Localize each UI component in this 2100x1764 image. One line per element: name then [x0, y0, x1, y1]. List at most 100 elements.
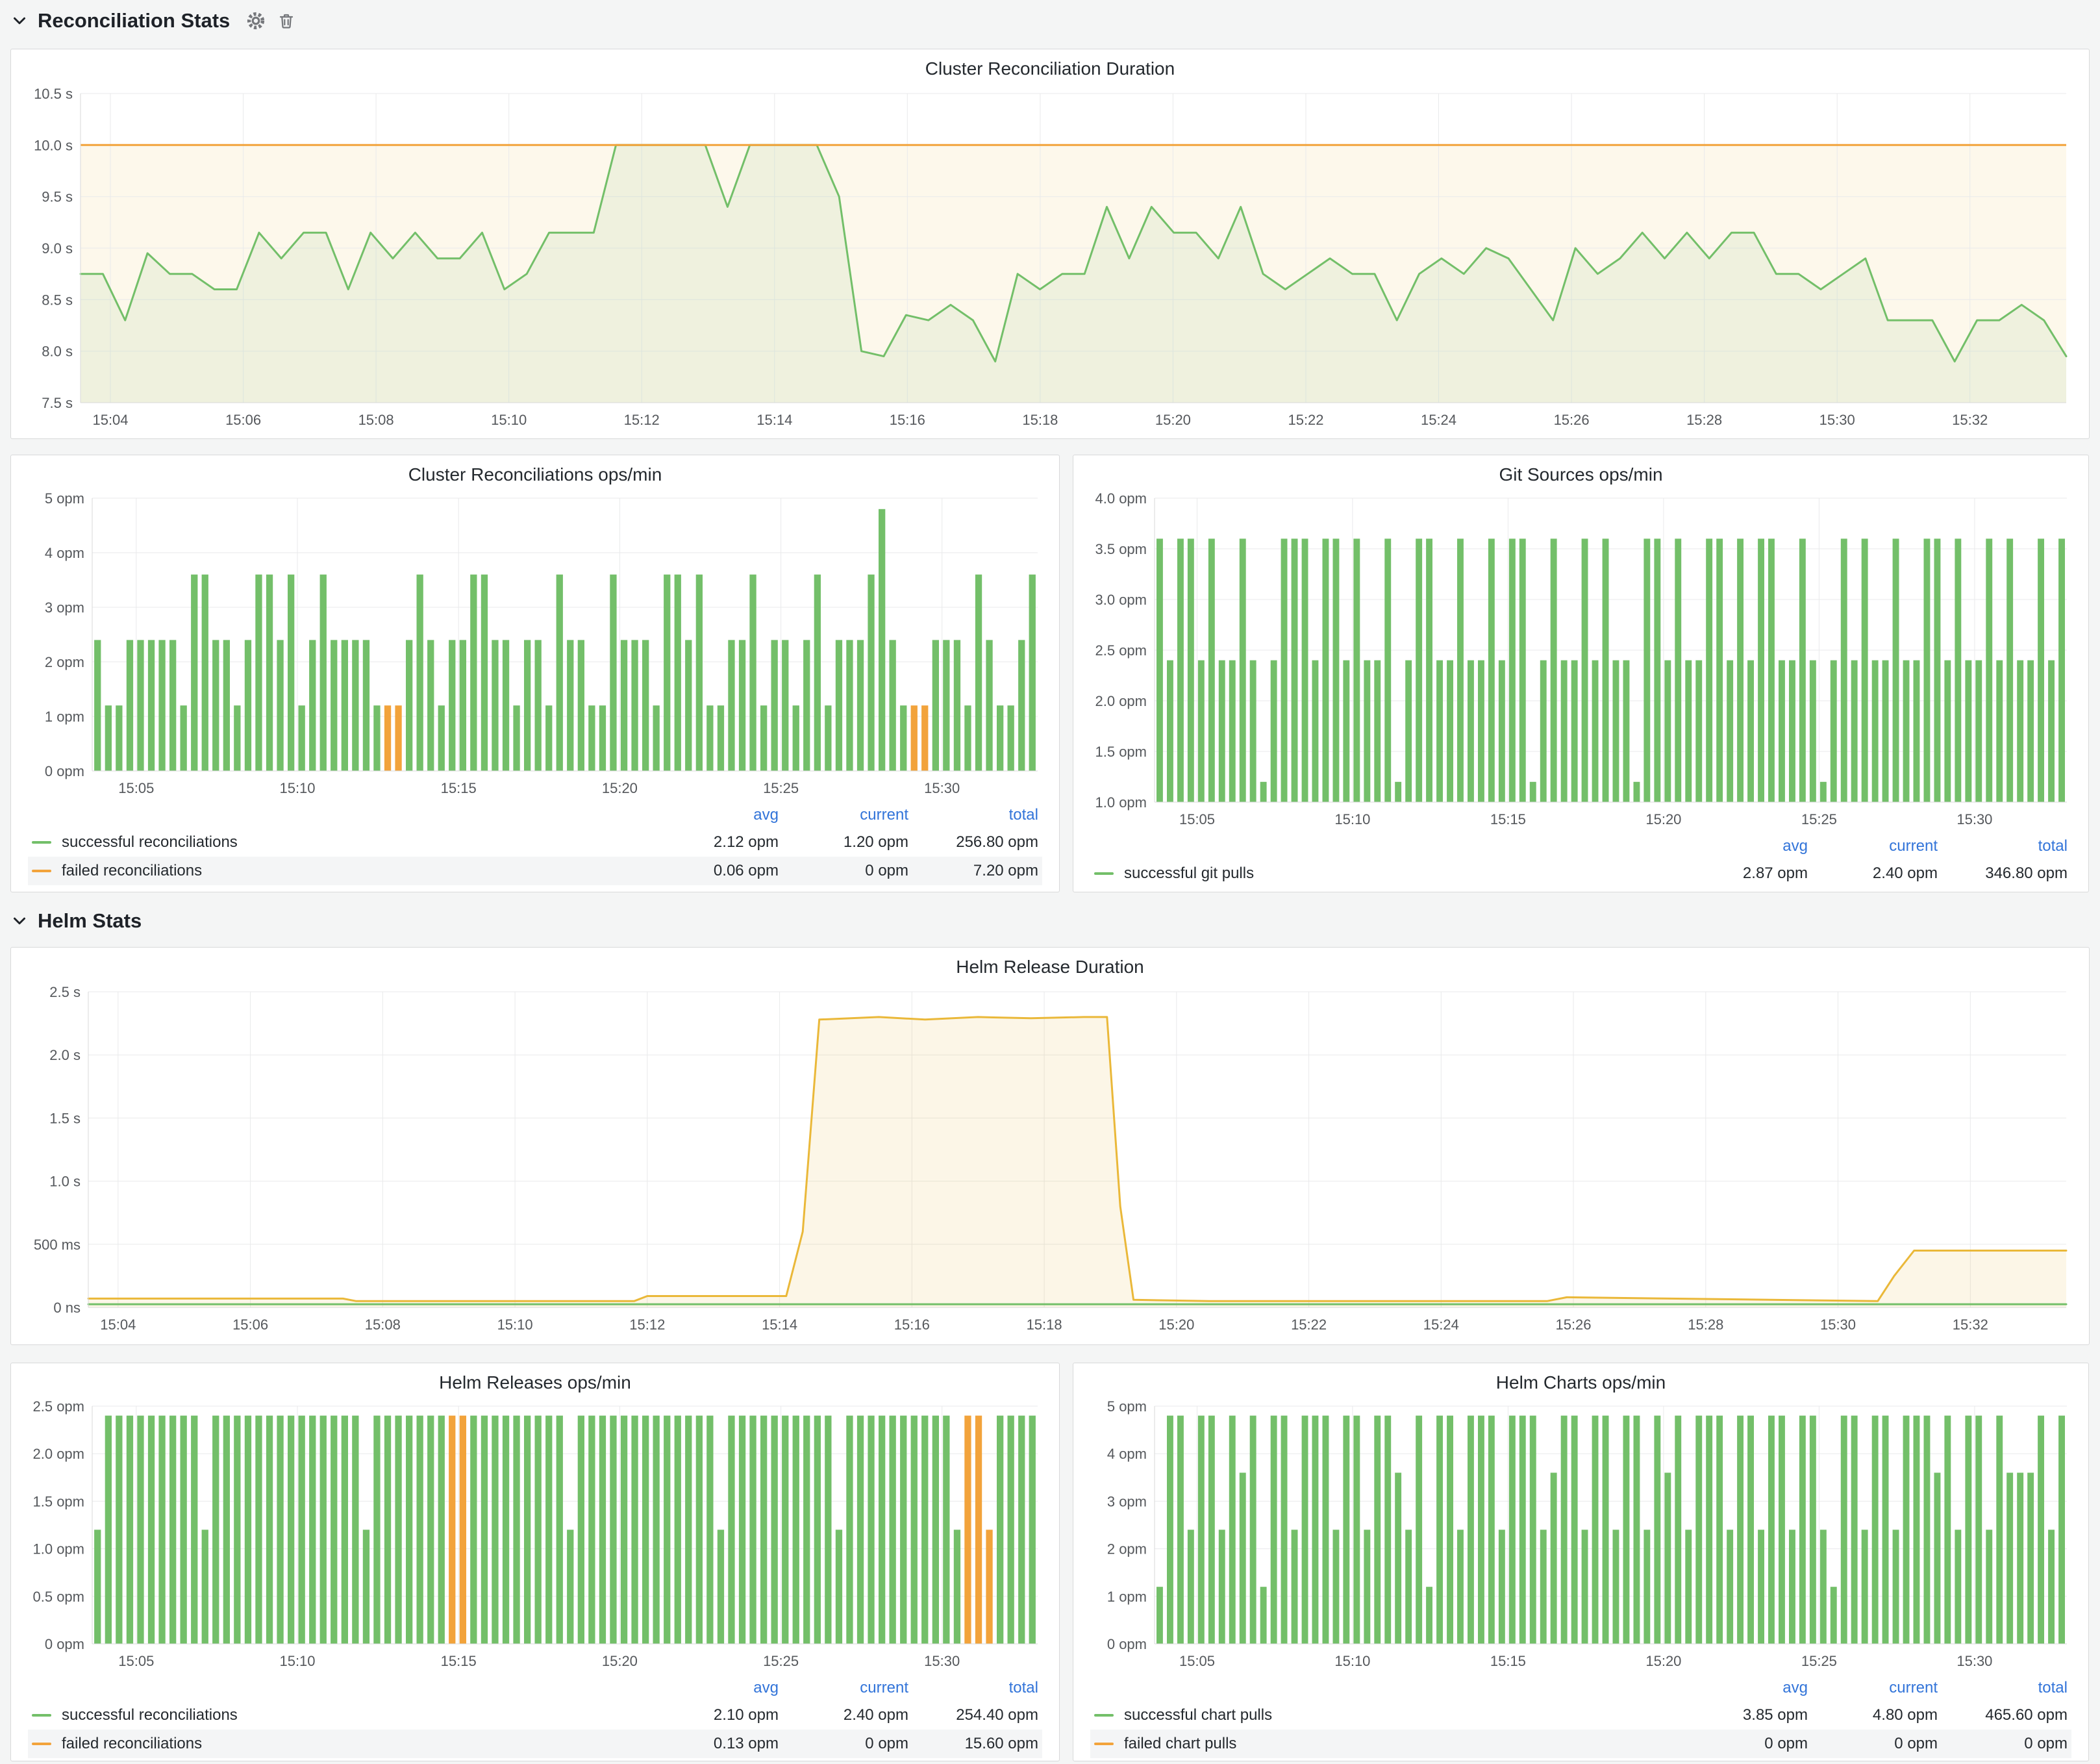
bar-successful-reconciliations[interactable]	[427, 640, 434, 771]
panel-title[interactable]: Cluster Reconciliations ops/min	[11, 455, 1059, 489]
bar-successful-chart-pulls[interactable]	[1551, 1472, 1557, 1644]
bar-successful-git-pulls[interactable]	[1965, 660, 1971, 801]
bar-successful-git-pulls[interactable]	[1177, 538, 1184, 802]
bar-successful-chart-pulls[interactable]	[1582, 1530, 1588, 1644]
bar-successful-reconciliations[interactable]	[255, 1415, 262, 1643]
bar-successful-chart-pulls[interactable]	[1623, 1415, 1630, 1643]
bar-successful-git-pulls[interactable]	[1561, 660, 1568, 801]
bar-successful-reconciliations[interactable]	[675, 1415, 681, 1643]
bar-successful-reconciliations[interactable]	[223, 640, 230, 771]
bar-successful-git-pulls[interactable]	[1416, 538, 1422, 802]
bar-successful-reconciliations[interactable]	[685, 1415, 692, 1643]
bar-successful-reconciliations[interactable]	[202, 574, 208, 770]
bar-successful-git-pulls[interactable]	[1405, 660, 1412, 801]
bar-successful-reconciliations[interactable]	[997, 705, 1003, 771]
bar-successful-chart-pulls[interactable]	[1747, 1415, 1754, 1643]
helm-release-duration-chart[interactable]: 0 ns500 ms1.0 s1.5 s2.0 s2.5 s15:0415:06…	[16, 981, 2084, 1339]
cluster-reconciliations-opm-chart[interactable]: 0 opm1 opm2 opm3 opm4 opm5 opm15:0515:10…	[16, 489, 1055, 801]
bar-successful-git-pulls[interactable]	[1654, 538, 1660, 802]
bar-successful-reconciliations[interactable]	[342, 640, 348, 771]
chevron-down-icon[interactable]	[12, 913, 27, 929]
bar-successful-reconciliations[interactable]	[1008, 705, 1014, 771]
bar-successful-reconciliations[interactable]	[814, 574, 821, 770]
bar-successful-chart-pulls[interactable]	[1872, 1415, 1879, 1643]
bar-successful-reconciliations[interactable]	[148, 1415, 155, 1643]
bar-successful-reconciliations[interactable]	[868, 574, 874, 770]
bar-successful-git-pulls[interactable]	[1188, 538, 1194, 802]
bar-successful-reconciliations[interactable]	[320, 1415, 327, 1643]
bar-successful-git-pulls[interactable]	[1831, 660, 1837, 801]
bar-successful-chart-pulls[interactable]	[1758, 1530, 1764, 1644]
bar-successful-reconciliations[interactable]	[739, 640, 745, 771]
bar-successful-reconciliations[interactable]	[803, 640, 810, 771]
bar-successful-chart-pulls[interactable]	[1664, 1472, 1671, 1644]
bar-successful-reconciliations[interactable]	[599, 1415, 606, 1643]
legend-column-avg[interactable]: avg	[1678, 837, 1808, 855]
bar-successful-reconciliations[interactable]	[524, 1415, 531, 1643]
panel-title[interactable]: Cluster Reconciliation Duration	[11, 49, 2089, 83]
bar-successful-reconciliations[interactable]	[890, 1415, 896, 1643]
bar-successful-reconciliations[interactable]	[94, 640, 101, 771]
bar-successful-git-pulls[interactable]	[1903, 660, 1910, 801]
bar-successful-chart-pulls[interactable]	[1561, 1415, 1568, 1643]
bar-successful-reconciliations[interactable]	[578, 640, 584, 771]
bar-successful-git-pulls[interactable]	[1685, 660, 1692, 801]
bar-successful-git-pulls[interactable]	[2048, 660, 2055, 801]
bar-successful-chart-pulls[interactable]	[1343, 1415, 1349, 1643]
bar-successful-chart-pulls[interactable]	[1468, 1415, 1474, 1643]
bar-successful-chart-pulls[interactable]	[1727, 1530, 1733, 1644]
bar-successful-reconciliations[interactable]	[567, 1530, 573, 1644]
bar-successful-chart-pulls[interactable]	[1644, 1530, 1650, 1644]
bar-successful-reconciliations[interactable]	[94, 1530, 101, 1644]
bar-successful-reconciliations[interactable]	[599, 705, 606, 771]
legend-column-current[interactable]: current	[1808, 1679, 1938, 1697]
bar-successful-chart-pulls[interactable]	[1810, 1415, 1816, 1643]
bar-successful-reconciliations[interactable]	[760, 1415, 767, 1643]
bar-successful-reconciliations[interactable]	[352, 640, 358, 771]
bar-successful-chart-pulls[interactable]	[1996, 1415, 2003, 1643]
bar-successful-reconciliations[interactable]	[621, 640, 627, 771]
bar-successful-reconciliations[interactable]	[771, 1415, 778, 1643]
bar-successful-reconciliations[interactable]	[879, 509, 885, 770]
legend-column-avg[interactable]: avg	[649, 806, 779, 824]
bar-successful-reconciliations[interactable]	[567, 640, 573, 771]
bar-successful-git-pulls[interactable]	[1851, 660, 1858, 801]
bar-successful-reconciliations[interactable]	[921, 1415, 928, 1643]
bar-successful-git-pulls[interactable]	[1634, 781, 1640, 801]
bar-successful-git-pulls[interactable]	[1519, 538, 1526, 802]
bar-successful-reconciliations[interactable]	[105, 705, 112, 771]
bar-successful-git-pulls[interactable]	[1281, 538, 1288, 802]
bar-successful-reconciliations[interactable]	[266, 574, 273, 770]
bar-successful-chart-pulls[interactable]	[1530, 1415, 1536, 1643]
bar-successful-git-pulls[interactable]	[1488, 538, 1495, 802]
bar-successful-chart-pulls[interactable]	[1944, 1415, 1951, 1643]
bar-successful-reconciliations[interactable]	[696, 1415, 703, 1643]
bar-successful-git-pulls[interactable]	[1571, 660, 1578, 801]
bar-successful-git-pulls[interactable]	[1893, 538, 1899, 802]
bar-successful-git-pulls[interactable]	[1924, 538, 1931, 802]
bar-successful-reconciliations[interactable]	[470, 1415, 477, 1643]
bar-successful-git-pulls[interactable]	[1996, 660, 2003, 801]
bar-successful-reconciliations[interactable]	[234, 1415, 240, 1643]
panel-title[interactable]: Helm Release Duration	[11, 948, 2089, 981]
bar-successful-reconciliations[interactable]	[1018, 1415, 1025, 1643]
bar-successful-reconciliations[interactable]	[868, 1415, 874, 1643]
bar-successful-chart-pulls[interactable]	[1634, 1415, 1640, 1643]
bar-successful-chart-pulls[interactable]	[1965, 1415, 1971, 1643]
legend-column-current[interactable]: current	[779, 1679, 908, 1697]
bar-successful-git-pulls[interactable]	[1706, 538, 1712, 802]
gear-icon[interactable]	[245, 10, 266, 31]
bar-successful-chart-pulls[interactable]	[1955, 1530, 1961, 1644]
bar-successful-chart-pulls[interactable]	[1820, 1530, 1827, 1644]
bar-successful-chart-pulls[interactable]	[1592, 1415, 1599, 1643]
bar-failed-reconciliations[interactable]	[975, 1415, 982, 1643]
bar-successful-git-pulls[interactable]	[1374, 660, 1381, 801]
bar-successful-git-pulls[interactable]	[1914, 660, 1920, 801]
bar-successful-chart-pulls[interactable]	[1737, 1415, 1744, 1643]
bar-successful-chart-pulls[interactable]	[1675, 1415, 1681, 1643]
bar-successful-reconciliations[interactable]	[588, 1415, 595, 1643]
bar-successful-reconciliations[interactable]	[373, 1415, 380, 1643]
bar-successful-reconciliations[interactable]	[1029, 1415, 1036, 1643]
bar-successful-chart-pulls[interactable]	[1768, 1415, 1775, 1643]
bar-successful-chart-pulls[interactable]	[2017, 1472, 2023, 1644]
